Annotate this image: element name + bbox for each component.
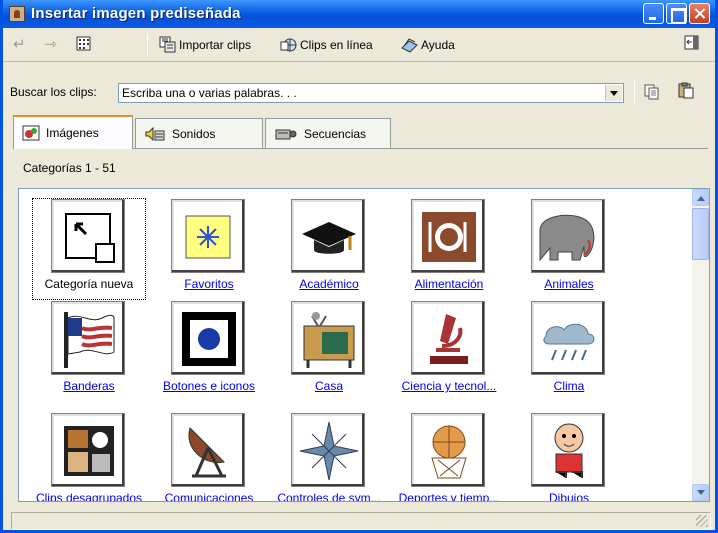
search-separator	[634, 81, 635, 103]
help-label: Ayuda	[421, 37, 455, 52]
collage-icon	[51, 413, 125, 487]
tab-images-label: Imágenes	[46, 126, 99, 140]
help-button[interactable]: Ayuda	[401, 36, 455, 53]
resize-grip-icon[interactable]	[696, 515, 708, 527]
scroll-up-button[interactable]	[692, 189, 709, 206]
speaker-icon	[145, 126, 165, 141]
toolbar: ↵ ⇾ Importar clips Clips en línea Ayuda	[3, 28, 715, 62]
vertical-scrollbar[interactable]	[692, 189, 709, 501]
scroll-down-button[interactable]	[692, 484, 709, 501]
toolbar-separator	[147, 34, 148, 56]
images-icon	[22, 125, 40, 141]
clip-art-window: Insertar imagen prediseñada ↵ ⇾ Importar…	[0, 0, 718, 533]
flag-icon	[51, 301, 125, 375]
category-label: Banderas	[63, 379, 115, 393]
category-label: Dibujos	[548, 491, 590, 502]
import-clips-icon	[159, 36, 176, 53]
tab-images[interactable]: Imágenes	[13, 115, 133, 149]
view-toggle-button[interactable]	[75, 35, 92, 52]
import-clips-label: Importar clips	[179, 37, 252, 52]
import-clips-button[interactable]: Importar clips	[159, 36, 251, 53]
scrollbar-thumb[interactable]	[692, 208, 709, 260]
categories-count: Categorías 1 - 51	[23, 161, 116, 175]
category-label: Animales	[544, 277, 594, 291]
category-label: Ciencia y tecnol...	[401, 379, 497, 393]
satellite-dish-icon	[171, 413, 245, 487]
paste-button[interactable]	[678, 82, 695, 99]
elephant-icon	[531, 199, 605, 273]
search-input[interactable]	[118, 83, 624, 103]
categories-grid: Categoría nueva Favoritos Académico Alim…	[18, 188, 710, 502]
category-tile[interactable]: Categoría nueva	[32, 198, 146, 300]
button-icon	[171, 301, 245, 375]
category-label: Controles de sym...	[277, 491, 381, 502]
maximize-button[interactable]	[666, 3, 687, 24]
star-icon	[171, 199, 245, 273]
grid-view-icon	[76, 36, 91, 51]
tab-sequences-label: Secuencias	[304, 126, 367, 141]
copy-button[interactable]	[643, 83, 660, 100]
clip-art-app-icon	[9, 6, 25, 22]
tab-sounds-label: Sonidos	[172, 126, 216, 141]
dock-panel-icon	[684, 35, 699, 50]
cartoon-child-icon	[531, 413, 605, 487]
minimize-button[interactable]	[643, 3, 664, 24]
online-clips-icon	[280, 38, 297, 52]
category-label: Académico	[299, 277, 359, 291]
arrow-back-icon[interactable]: ↵	[13, 37, 31, 52]
search-dropdown-button[interactable]	[605, 85, 622, 101]
category-label: Clima	[553, 379, 585, 393]
category-label: Categoría nueva	[44, 277, 134, 291]
projector-icon	[275, 129, 297, 139]
new-category-icon	[51, 199, 125, 273]
status-bar	[11, 512, 711, 530]
help-icon	[401, 38, 418, 53]
category-label: Comunicaciones	[164, 491, 254, 502]
basketball-icon	[411, 413, 485, 487]
category-label: Deportes y tiemp...	[398, 491, 500, 502]
compass-star-icon	[291, 413, 365, 487]
copy-icon	[644, 84, 659, 100]
microscope-icon	[411, 301, 485, 375]
tab-sounds[interactable]: Sonidos	[135, 118, 263, 148]
search-label: Buscar los clips:	[10, 85, 97, 99]
search-row: Buscar los clips:	[3, 78, 715, 106]
dock-panel-button[interactable]	[683, 34, 700, 51]
online-clips-button[interactable]: Clips en línea	[280, 36, 373, 53]
online-clips-label: Clips en línea	[300, 37, 373, 52]
window-title: Insertar imagen prediseñada	[31, 5, 241, 22]
category-label: Favoritos	[184, 277, 234, 291]
paste-icon	[678, 82, 694, 99]
tv-icon	[291, 301, 365, 375]
category-label: Botones e iconos	[162, 379, 256, 393]
media-tabs: Imágenes Sonidos Secuencias	[13, 115, 713, 149]
title-bar[interactable]: Insertar imagen prediseñada	[3, 0, 715, 28]
close-button[interactable]	[689, 3, 710, 24]
category-label: Alimentación	[414, 277, 484, 291]
category-label: Casa	[314, 379, 343, 393]
arrow-forward-icon[interactable]: ⇾	[44, 37, 62, 52]
tab-sequences[interactable]: Secuencias	[265, 118, 391, 148]
cloud-rain-icon	[531, 301, 605, 375]
plate-cutlery-icon	[411, 199, 485, 273]
category-label: Clips desagrupados	[35, 491, 143, 502]
graduation-cap-icon	[291, 199, 365, 273]
